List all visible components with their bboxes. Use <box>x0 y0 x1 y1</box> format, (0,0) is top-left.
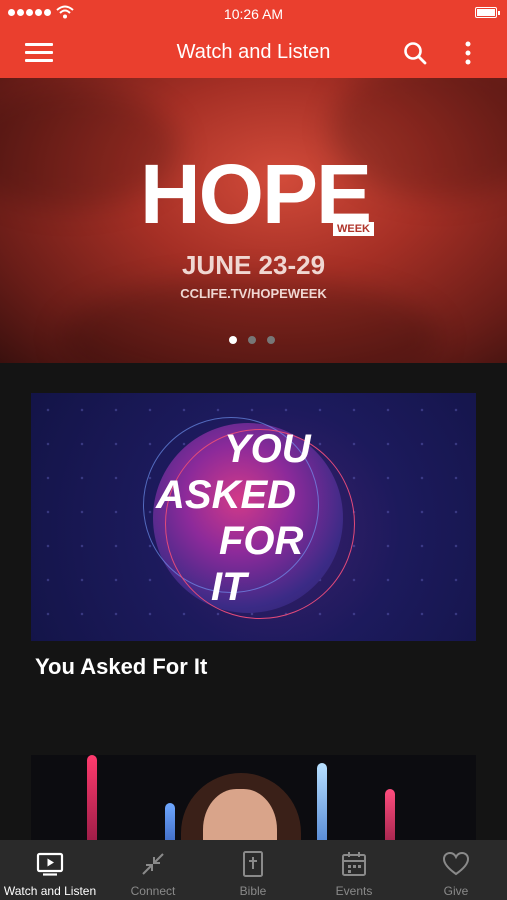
hero-banner[interactable]: HOPE WEEK JUNE 23-29 CCLIFE.TV/HOPEWEEK <box>0 78 507 363</box>
tab-label: Events <box>335 884 373 898</box>
battery-icon <box>475 7 500 18</box>
stage-light <box>87 755 97 840</box>
video-card-thumbnail[interactable] <box>31 755 476 840</box>
art-text-line: IT <box>211 565 247 609</box>
video-card-title[interactable]: You Asked For It <box>35 654 207 680</box>
pager-dot[interactable] <box>267 336 275 344</box>
stage-light <box>385 789 395 840</box>
art-text-line: YOU <box>224 427 311 471</box>
app-bar: Watch and Listen <box>0 28 507 78</box>
tab-label: Connect <box>130 884 176 898</box>
play-screen-icon <box>36 852 64 876</box>
tab-give[interactable]: Give <box>406 840 506 900</box>
hero-badge: WEEK <box>333 222 374 236</box>
art-text-line: ASKED <box>156 473 297 517</box>
tab-events[interactable]: Events <box>304 840 404 900</box>
connect-arrows-icon <box>142 853 164 875</box>
pager-dot[interactable] <box>248 336 256 344</box>
tab-watch-and-listen[interactable]: Watch and Listen <box>0 840 100 900</box>
stage-light <box>165 803 175 840</box>
tab-bible[interactable]: Bible <box>203 840 303 900</box>
hero-url: CCLIFE.TV/HOPEWEEK <box>180 286 327 301</box>
page-title: Watch and Listen <box>176 41 331 63</box>
tab-label: Watch and Listen <box>3 884 97 898</box>
status-bar: 10:26 AM <box>0 0 507 28</box>
calendar-icon <box>342 852 366 876</box>
pager-dot[interactable] <box>229 336 237 344</box>
status-time: 10:26 AM <box>223 6 284 22</box>
tab-label: Bible <box>239 884 267 898</box>
video-card-thumbnail[interactable]: YOU ASKED FOR IT <box>31 393 476 641</box>
heart-icon <box>442 851 470 876</box>
art-text-line: FOR <box>219 519 304 563</box>
bottom-tab-bar: Watch and Listen Connect Bible Events Gi… <box>0 840 507 900</box>
stage-light <box>317 763 327 840</box>
more-vertical-icon[interactable] <box>458 40 478 66</box>
bible-icon <box>243 851 263 877</box>
tab-connect[interactable]: Connect <box>103 840 203 900</box>
tab-label: Give <box>443 884 469 898</box>
content-feed: YOU ASKED FOR IT You Asked For It <box>0 363 507 840</box>
search-icon[interactable] <box>402 40 428 66</box>
hero-date: JUNE 23-29 <box>181 250 326 280</box>
carousel-pager <box>229 336 275 344</box>
